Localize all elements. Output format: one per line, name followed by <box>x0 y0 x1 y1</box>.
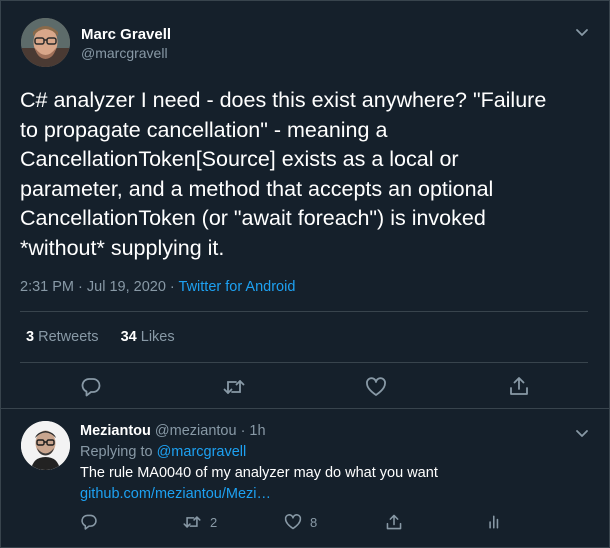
reply-text: The rule MA0040 of my analyzer may do wh… <box>80 465 438 481</box>
reply-reply-button[interactable] <box>80 512 98 532</box>
heart-icon[interactable] <box>365 376 387 403</box>
likes-stat[interactable]: 34 Likes <box>121 329 175 345</box>
reply-author-name[interactable]: Meziantou <box>80 423 151 439</box>
tweet-meta: 2:31 PM · Jul 19, 2020 · Twitter for And… <box>20 279 295 295</box>
reply-like-count: 8 <box>310 514 318 530</box>
divider <box>20 362 588 363</box>
replying-prefix: Replying to <box>80 444 157 460</box>
share-icon <box>385 513 403 531</box>
chevron-down-icon[interactable] <box>573 424 591 442</box>
main-tweet: Marc Gravell @marcgravell C# analyzer I … <box>0 0 608 408</box>
tweet-stats: 3 Retweets 34 Likes <box>26 329 193 345</box>
author-name[interactable]: Marc Gravell <box>81 26 171 43</box>
analytics-icon <box>486 513 504 531</box>
like-count: 34 <box>120 329 137 345</box>
divider <box>20 311 588 312</box>
reply-analytics-button[interactable] <box>486 512 504 532</box>
heart-icon <box>284 513 302 531</box>
retweet-count: 3 <box>26 329 35 345</box>
retweet-icon <box>182 513 202 531</box>
reply-icon[interactable] <box>80 376 102 403</box>
divider <box>1 408 609 409</box>
reply-author-handle[interactable]: @meziantou <box>155 423 237 439</box>
author-avatar[interactable] <box>21 18 70 67</box>
tweet-source-link[interactable]: Twitter for Android <box>179 279 296 295</box>
reply-time[interactable]: · 1h <box>237 423 266 439</box>
replying-mention[interactable]: @marcgravell <box>157 444 247 460</box>
chevron-down-icon[interactable] <box>573 23 591 41</box>
like-label: Likes <box>140 329 175 345</box>
reply-retweet-button[interactable]: 2 <box>182 512 217 532</box>
reply-like-button[interactable]: 8 <box>284 512 317 532</box>
replying-to: Replying to @marcgravell <box>80 444 246 460</box>
tweet-text: C# analyzer I need - does this exist any… <box>20 88 547 260</box>
reply-link[interactable]: github.com/meziantou/Mezi… <box>80 486 271 502</box>
share-icon[interactable] <box>508 375 530 402</box>
retweet-label: Retweets <box>38 329 99 345</box>
reply-retweet-count: 2 <box>210 514 218 530</box>
author-handle[interactable]: @marcgravell <box>81 45 168 61</box>
reply-icon <box>80 513 98 531</box>
retweets-stat[interactable]: 3 Retweets <box>26 329 99 345</box>
reply-share-button[interactable] <box>385 512 403 532</box>
retweet-icon[interactable] <box>222 376 246 403</box>
reply-author-avatar[interactable] <box>21 421 70 470</box>
tweet-timestamp[interactable]: 2:31 PM · Jul 19, 2020 · <box>20 279 179 295</box>
reply-header: Meziantou @meziantou · 1h <box>80 423 266 439</box>
